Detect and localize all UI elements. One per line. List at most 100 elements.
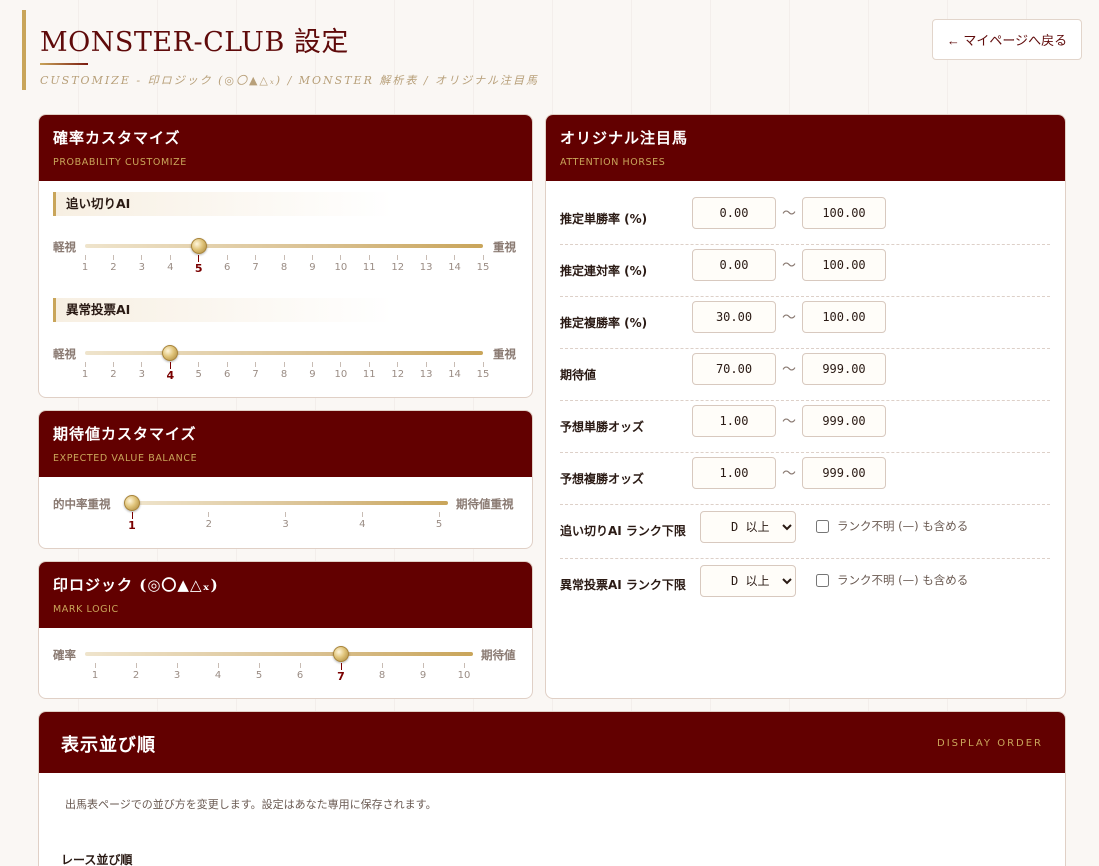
- rank-select[interactable]: D 以上: [700, 565, 796, 597]
- page-header: MONSTER-CLUB 設定 CUSTOMIZE - 印ロジック (◎〇▲△ₓ…: [22, 10, 1082, 92]
- range-min-input[interactable]: [692, 301, 776, 333]
- slider-left-label: 的中率重視: [53, 497, 111, 511]
- slider-tick-4: 4: [208, 663, 228, 681]
- range-label: 推定複勝率 (%): [560, 316, 648, 330]
- slider-right-label: 重視: [493, 240, 516, 254]
- slider-tick-1: 1: [122, 512, 142, 532]
- range-tilde: 〜: [782, 258, 796, 274]
- slider-tick-7: 7: [246, 362, 266, 380]
- range-min-input[interactable]: [692, 197, 776, 229]
- slider-tick-9: 9: [302, 255, 322, 273]
- include-unknown-rank[interactable]: ランク不明 (—) も含める: [816, 518, 968, 534]
- slider-right-label: 期待値: [481, 648, 516, 662]
- oikiri-ai-ticks: 1 2 3 4 5 6 7 8 9 10 11 12 13 14 15: [82, 255, 490, 285]
- range-tilde: 〜: [782, 362, 796, 378]
- range-row: 予想複勝オッズ 〜: [560, 453, 1050, 505]
- range-max-input[interactable]: [802, 457, 886, 489]
- slider-right-label: 重視: [493, 347, 516, 361]
- oikiri-ai-slider-row: 軽視 重視 1 2 3 4 5 6 7 8 9 10 11 12 13 14 15: [53, 238, 519, 285]
- race-order-label: レース並び順: [61, 853, 133, 866]
- mark-logic-panel: 印ロジック (◎〇▲△ₓ) MARK LOGIC 確率 期待値 1 2 3 4 5 6 7 8…: [38, 561, 533, 699]
- display-order-subtitle: DISPLAY ORDER: [937, 738, 1043, 749]
- probability-subtitle: PROBABILITY CUSTOMIZE: [53, 157, 187, 168]
- expected-value-slider-row: 的中率重視 期待値重視 1 2 3 4 5: [53, 495, 519, 542]
- rank-label: 異常投票AI ランク下限: [560, 578, 686, 592]
- slider-tick-9: 9: [413, 663, 433, 681]
- ijou-touhyou-ai-slider-track[interactable]: [85, 345, 483, 361]
- slider-tick-2: 2: [103, 255, 123, 273]
- range-min-input[interactable]: [692, 353, 776, 385]
- slider-tick-3: 3: [167, 663, 187, 681]
- slider-tick-4: 4: [160, 362, 180, 382]
- ijou-touhyou-ai-label: 異常投票AI: [53, 298, 393, 322]
- range-max-input[interactable]: [802, 301, 886, 333]
- oikiri-ai-slider-thumb[interactable]: [190, 238, 207, 254]
- display-order-title: 表示並び順: [61, 735, 156, 756]
- oikiri-ai-label: 追い切りAI: [53, 192, 393, 216]
- probability-panel: 確率カスタマイズ PROBABILITY CUSTOMIZE 追い切りAI 軽視…: [38, 114, 533, 398]
- slider-tick-6: 6: [217, 362, 237, 380]
- slider-tick-11: 11: [359, 362, 379, 380]
- slider-tick-12: 12: [388, 255, 408, 273]
- slider-tick-2: 2: [126, 663, 146, 681]
- include-unknown-label: ランク不明 (—) も含める: [837, 573, 969, 587]
- include-unknown-checkbox[interactable]: [816, 573, 829, 587]
- slider-tick-14: 14: [445, 255, 465, 273]
- attention-horses-panel-header: オリジナル注目馬 ATTENTION HORSES: [546, 115, 1065, 181]
- slider-tick-15: 15: [473, 362, 493, 380]
- range-tilde: 〜: [782, 310, 796, 326]
- slider-tick-6: 6: [217, 255, 237, 273]
- slider-tick-2: 2: [103, 362, 123, 380]
- range-label: 予想複勝オッズ: [560, 472, 645, 486]
- slider-tick-13: 13: [416, 255, 436, 273]
- slider-tick-14: 14: [445, 362, 465, 380]
- slider-left-label: 軽視: [53, 240, 76, 254]
- probability-panel-header: 確率カスタマイズ PROBABILITY CUSTOMIZE: [39, 115, 532, 181]
- range-label: 期待値: [560, 368, 597, 382]
- range-row: 期待値 〜: [560, 349, 1050, 401]
- range-label: 予想単勝オッズ: [560, 420, 645, 434]
- back-to-mypage-button[interactable]: ← マイページへ戻る: [932, 19, 1082, 60]
- expected-value-slider-track[interactable]: [124, 495, 448, 511]
- range-tilde: 〜: [782, 206, 796, 222]
- attention-horses-panel: オリジナル注目馬 ATTENTION HORSES 推定単勝率 (%) 〜 推定…: [545, 114, 1066, 699]
- slider-tick-9: 9: [302, 362, 322, 380]
- slider-tick-8: 8: [274, 362, 294, 380]
- slider-tick-1: 1: [75, 362, 95, 380]
- oikiri-ai-slider-track[interactable]: [85, 238, 483, 254]
- slider-tick-5: 5: [189, 362, 209, 380]
- range-min-input[interactable]: [692, 249, 776, 281]
- range-row: 推定複勝率 (%) 〜: [560, 297, 1050, 349]
- display-order-description: 出馬表ページでの並び方を変更します。設定はあなた専用に保存されます。: [65, 798, 437, 811]
- slider-tick-8: 8: [372, 663, 392, 681]
- range-max-input[interactable]: [802, 197, 886, 229]
- mark-logic-slider-thumb[interactable]: [333, 646, 349, 662]
- range-tilde: 〜: [782, 466, 796, 482]
- expected-value-slider-thumb[interactable]: [124, 495, 140, 511]
- slider-tick-15: 15: [473, 255, 493, 273]
- include-unknown-checkbox[interactable]: [816, 519, 829, 533]
- range-max-input[interactable]: [802, 249, 886, 281]
- slider-tick-6: 6: [290, 663, 310, 681]
- range-min-input[interactable]: [692, 405, 776, 437]
- include-unknown-rank[interactable]: ランク不明 (—) も含める: [816, 572, 968, 588]
- range-row: 推定単勝率 (%) 〜: [560, 193, 1050, 245]
- slider-left-label: 軽視: [53, 347, 76, 361]
- range-max-input[interactable]: [802, 405, 886, 437]
- slider-tick-5: 5: [189, 255, 209, 275]
- mark-logic-subtitle: MARK LOGIC: [53, 604, 119, 615]
- range-max-input[interactable]: [802, 353, 886, 385]
- ijou-touhyou-ai-slider-thumb[interactable]: [162, 345, 179, 361]
- range-label: 推定連対率 (%): [560, 264, 648, 278]
- range-label: 推定単勝率 (%): [560, 212, 648, 226]
- page-title: MONSTER-CLUB 設定: [40, 27, 349, 58]
- slider-right-label: 期待値重視: [456, 497, 514, 511]
- mark-logic-slider-track[interactable]: [85, 646, 473, 662]
- range-min-input[interactable]: [692, 457, 776, 489]
- slider-tick-3: 3: [132, 362, 152, 380]
- rank-select[interactable]: D 以上: [700, 511, 796, 543]
- slider-tick-7: 7: [246, 255, 266, 273]
- slider-tick-10: 10: [331, 255, 351, 273]
- range-row: 予想単勝オッズ 〜: [560, 401, 1050, 453]
- attention-horses-title: オリジナル注目馬: [560, 129, 689, 147]
